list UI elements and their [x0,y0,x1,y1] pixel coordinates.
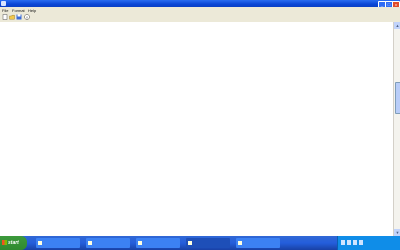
scroll-down-icon[interactable]: ▼ [394,229,400,236]
scroll-thumb[interactable] [394,82,400,114]
taskbar-button[interactable] [136,238,180,248]
table-row [0,170,393,176]
table-row [0,182,393,188]
tray-icon[interactable] [347,240,351,245]
start-button[interactable]: start [0,236,27,250]
taskbar-button[interactable] [86,238,130,248]
taskbar-button[interactable] [186,238,230,248]
app-icon [1,1,6,6]
taskbar-button[interactable] [36,238,80,248]
window-icon [238,241,242,246]
taskbar: start [0,236,400,250]
tray-icon[interactable] [341,240,345,245]
window-icon [38,241,42,246]
info-icon[interactable] [24,14,30,20]
save-icon[interactable] [16,14,22,20]
table-row [0,158,393,164]
new-icon[interactable] [2,14,8,20]
title-bar: _ □ x [0,0,400,8]
scroll-up-icon[interactable]: ▲ [394,22,400,29]
table-row [0,82,393,88]
window-icon [88,241,92,246]
table-row [0,30,393,36]
table-row [0,119,393,125]
table-row [0,74,393,80]
report-document[interactable] [0,22,393,236]
table-row [0,134,393,140]
taskbar-button[interactable] [236,238,280,248]
vertical-scrollbar[interactable]: ▲ ▼ [393,22,400,236]
system-tray [337,236,400,250]
window-icon [188,241,192,246]
window-icon [138,241,142,246]
start-label: start [8,240,19,246]
tray-icon[interactable] [359,240,363,245]
open-icon[interactable] [9,14,15,20]
tray-icon[interactable] [353,240,357,245]
windows-flag-icon [2,240,7,246]
table-row [0,206,393,212]
table-row [0,194,393,200]
